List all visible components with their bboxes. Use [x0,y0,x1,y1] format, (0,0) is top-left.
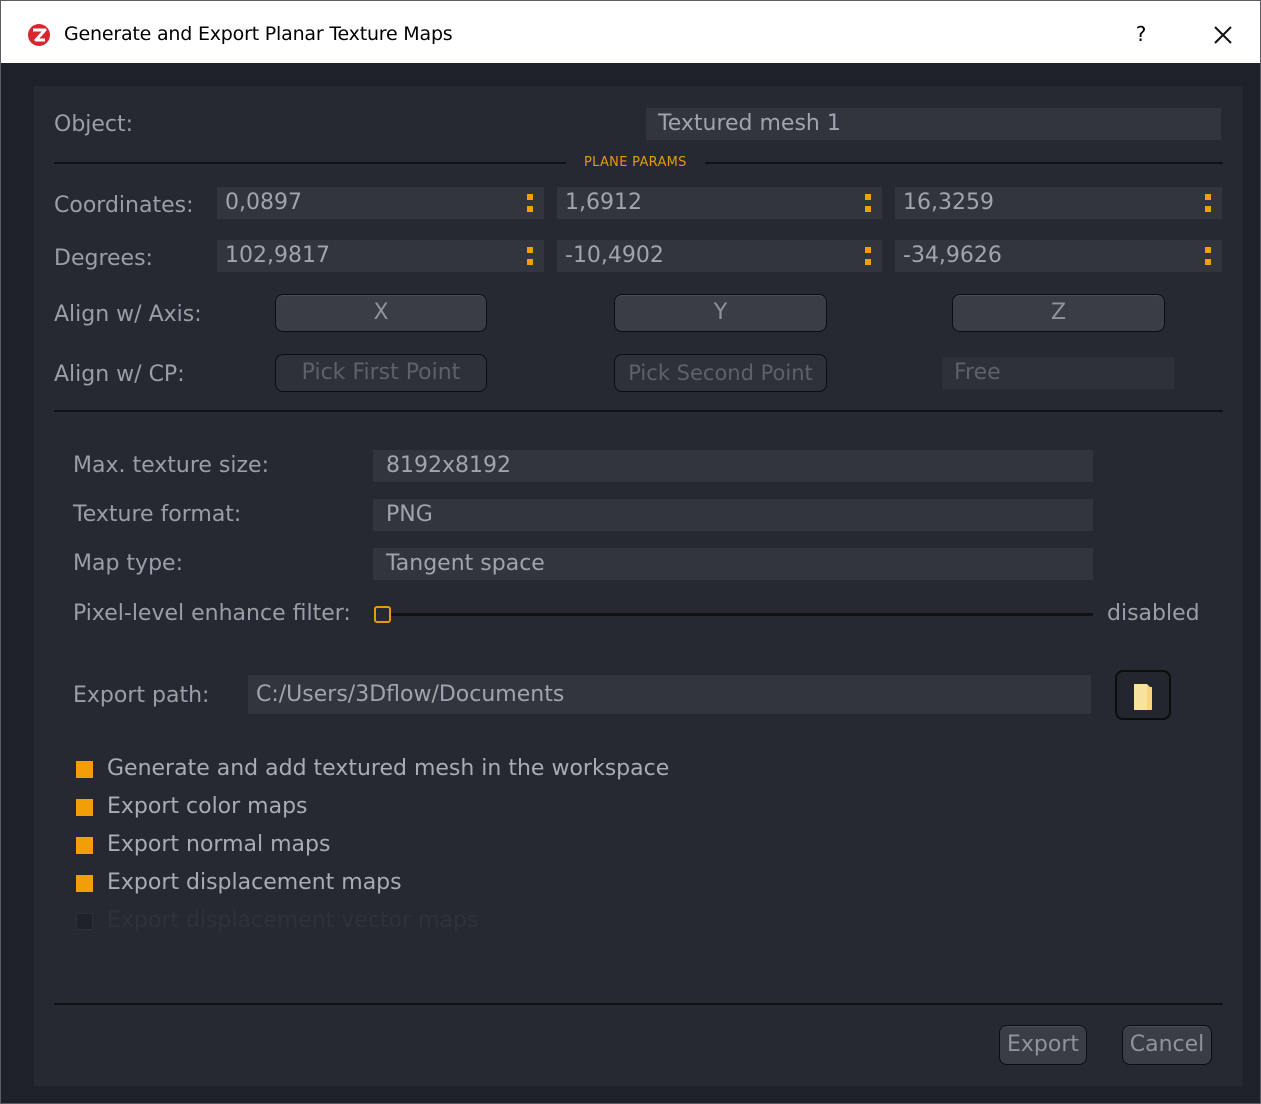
export-button[interactable]: Export [999,1025,1087,1065]
export-normal-maps-checkbox[interactable] [76,837,93,854]
dialog-window: Generate and Export Planar Texture Maps … [0,0,1261,1104]
divider-footer [54,1003,1223,1005]
3dflow-logo-icon [28,24,50,46]
enhance-filter-status: disabled [1107,601,1200,626]
window-title: Generate and Export Planar Texture Maps [64,23,453,45]
map-type-label: Map type: [73,551,183,576]
align-x-button[interactable]: X [275,294,487,332]
degree-z-spinner[interactable] [1205,243,1213,269]
add-mesh-label: Generate and add textured mesh in the wo… [107,756,670,781]
enhance-filter-slider-handle[interactable] [374,606,391,623]
degrees-label: Degrees: [54,246,153,271]
degree-y-input[interactable]: -10,4902 [557,240,882,272]
enhance-filter-slider[interactable] [384,613,1093,616]
degree-z-input[interactable]: -34,9626 [895,240,1222,272]
plane-params-title: PLANE PARAMS [584,155,687,170]
coordinate-x-input[interactable]: 0,0897 [217,187,544,219]
help-button[interactable]: ? [1126,19,1156,49]
divider-texture [54,410,1223,412]
export-displacement-vector-maps-checkbox[interactable] [76,913,93,930]
export-color-maps-checkbox[interactable] [76,799,93,816]
texture-format-label: Texture format: [73,502,242,527]
export-displacement-vector-maps-label: Export displacement vector maps [107,908,479,933]
align-cp-label: Align w/ CP: [54,362,185,387]
object-select[interactable]: Textured mesh 1 [646,108,1221,140]
coordinate-y-input[interactable]: 1,6912 [557,187,882,219]
coordinate-z-input[interactable]: 16,3259 [895,187,1222,219]
degree-y-spinner[interactable] [865,243,873,269]
align-z-button[interactable]: Z [952,294,1165,332]
align-mode-select[interactable]: Free [942,357,1174,389]
export-displacement-maps-checkbox[interactable] [76,875,93,892]
max-texture-size-label: Max. texture size: [73,453,269,478]
pick-first-point-button[interactable]: Pick First Point [275,354,487,392]
cancel-button[interactable]: Cancel [1122,1025,1212,1065]
max-texture-size-select[interactable]: 8192x8192 [373,450,1093,482]
export-path-input[interactable]: C:/Users/3Dflow/Documents [248,675,1091,714]
align-y-button[interactable]: Y [614,294,827,332]
coordinates-label: Coordinates: [54,193,194,218]
pick-second-point-button[interactable]: Pick Second Point [614,354,827,392]
coordinate-z-spinner[interactable] [1205,190,1213,216]
close-icon[interactable] [1206,18,1240,52]
map-type-select[interactable]: Tangent space [373,548,1093,580]
export-normal-maps-label: Export normal maps [107,832,331,857]
export-color-maps-label: Export color maps [107,794,308,819]
browse-folder-button[interactable] [1115,670,1171,720]
divider-left [54,162,566,164]
export-path-label: Export path: [73,683,210,708]
coordinate-y-spinner[interactable] [865,190,873,216]
object-label: Object: [54,112,134,137]
title-bar: Generate and Export Planar Texture Maps … [1,1,1260,63]
main-panel: Object: Textured mesh 1 PLANE PARAMS Coo… [34,86,1243,1086]
divider-right [705,162,1223,164]
add-mesh-checkbox[interactable] [76,761,93,778]
texture-format-select[interactable]: PNG [373,499,1093,531]
folder-icon [1134,684,1152,710]
degree-x-spinner[interactable] [527,243,535,269]
align-axis-label: Align w/ Axis: [54,302,202,327]
enhance-filter-label: Pixel-level enhance filter: [73,601,351,626]
coordinate-x-spinner[interactable] [527,190,535,216]
degree-x-input[interactable]: 102,9817 [217,240,544,272]
export-displacement-maps-label: Export displacement maps [107,870,402,895]
